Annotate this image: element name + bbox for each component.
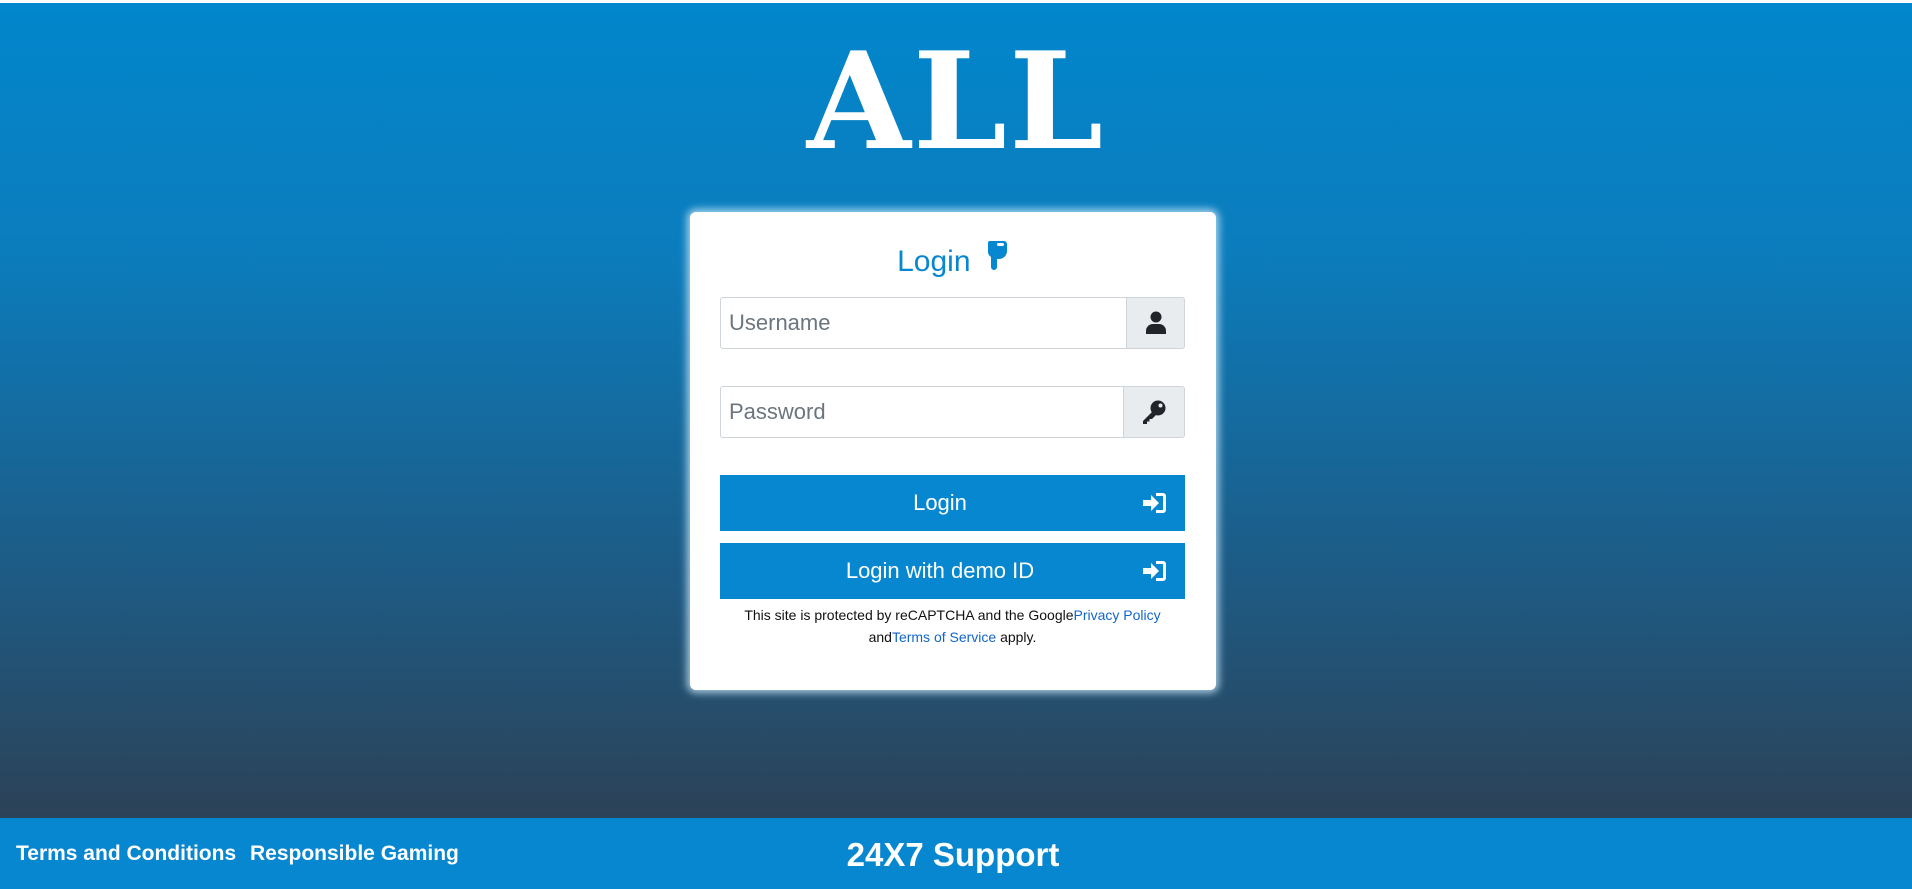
username-group bbox=[720, 297, 1185, 349]
sign-in-icon bbox=[1143, 561, 1166, 581]
user-icon bbox=[1145, 311, 1166, 334]
footer: Terms and Conditions Responsible Gaming … bbox=[0, 818, 1912, 889]
hand-pointing-down-icon bbox=[985, 239, 1009, 282]
demo-login-button[interactable]: Login with demo ID bbox=[720, 543, 1185, 599]
site-logo: ALL bbox=[806, 22, 1106, 180]
password-group bbox=[720, 386, 1185, 438]
recaptcha-prefix: This site is protected by reCAPTCHA and … bbox=[744, 607, 1074, 623]
recaptcha-suffix: apply. bbox=[996, 629, 1037, 645]
recaptcha-notice: This site is protected by reCAPTCHA and … bbox=[720, 604, 1185, 648]
key-icon-addon bbox=[1123, 386, 1185, 438]
login-button-label: Login bbox=[913, 490, 967, 515]
key-icon bbox=[1143, 400, 1166, 424]
sign-in-icon bbox=[1143, 493, 1166, 513]
demo-login-button-label: Login with demo ID bbox=[845, 558, 1035, 583]
login-button[interactable]: Login bbox=[720, 475, 1185, 531]
privacy-policy-link[interactable]: Privacy Policy bbox=[1074, 607, 1161, 623]
user-icon-addon bbox=[1126, 297, 1185, 349]
recaptcha-and: and bbox=[868, 629, 892, 645]
login-card: Login Login bbox=[690, 212, 1216, 690]
username-input[interactable] bbox=[720, 297, 1126, 349]
support-link[interactable]: 24X7 Support bbox=[0, 836, 1906, 874]
password-input[interactable] bbox=[720, 386, 1123, 438]
login-heading-text: Login bbox=[897, 245, 971, 278]
terms-of-service-link[interactable]: Terms of Service bbox=[892, 629, 996, 645]
login-heading: Login bbox=[690, 239, 1216, 282]
